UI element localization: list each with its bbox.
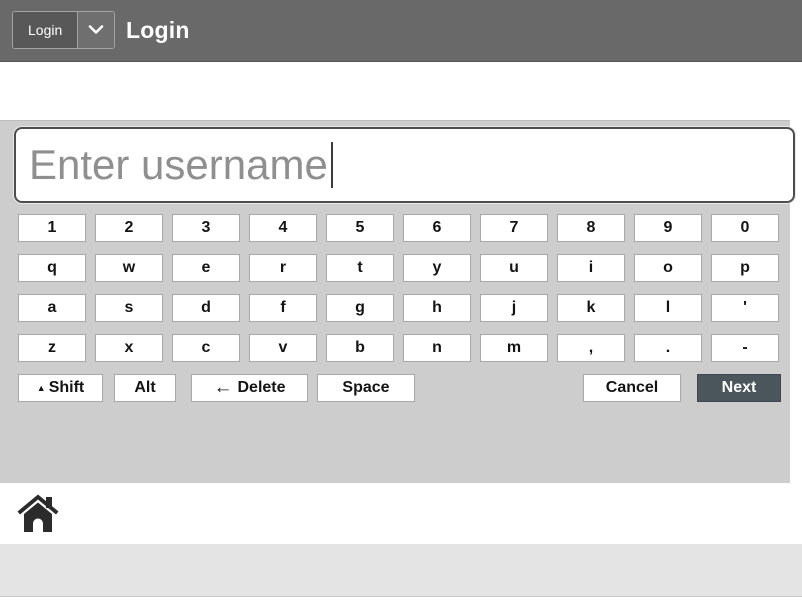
keyboard-row: 1234567890	[18, 214, 779, 242]
key-k[interactable]: k	[557, 294, 625, 322]
key-h[interactable]: h	[403, 294, 471, 322]
key-i[interactable]: i	[557, 254, 625, 282]
next-button[interactable]: Next	[697, 374, 781, 402]
key-4[interactable]: 4	[249, 214, 317, 242]
key-comma[interactable]: ,	[557, 334, 625, 362]
key-x[interactable]: x	[95, 334, 163, 362]
key-j[interactable]: j	[480, 294, 548, 322]
key-7[interactable]: 7	[480, 214, 548, 242]
home-icon[interactable]	[14, 492, 62, 536]
key-period[interactable]: .	[634, 334, 702, 362]
key-0[interactable]: 0	[711, 214, 779, 242]
key-w[interactable]: w	[95, 254, 163, 282]
username-placeholder: Enter username	[29, 144, 328, 186]
key-5[interactable]: 5	[326, 214, 394, 242]
key-n[interactable]: n	[403, 334, 471, 362]
footer-bar	[0, 544, 802, 597]
key-l[interactable]: l	[634, 294, 702, 322]
key-r[interactable]: r	[249, 254, 317, 282]
text-caret	[331, 142, 333, 188]
shift-arrow-icon: ▲	[37, 384, 46, 393]
shift-key[interactable]: ▲Shift	[18, 374, 103, 402]
login-method-dropdown[interactable]: Login	[12, 11, 115, 49]
next-button-label: Next	[722, 379, 757, 397]
key-p[interactable]: p	[711, 254, 779, 282]
keyboard-row: zxcvbnm,.-	[18, 334, 779, 362]
key-b[interactable]: b	[326, 334, 394, 362]
key-c[interactable]: c	[172, 334, 240, 362]
chevron-down-icon	[77, 12, 114, 48]
key-apostrophe[interactable]: '	[711, 294, 779, 322]
home-bar	[0, 483, 802, 544]
key-9[interactable]: 9	[634, 214, 702, 242]
delete-key-label: Delete	[237, 379, 285, 397]
key-6[interactable]: 6	[403, 214, 471, 242]
keyboard-panel: Enter username 1234567890 qwertyuiop asdfg…	[0, 120, 790, 483]
key-e[interactable]: e	[172, 254, 240, 282]
login-method-dropdown-label: Login	[13, 12, 77, 48]
key-8[interactable]: 8	[557, 214, 625, 242]
cancel-button[interactable]: Cancel	[583, 374, 681, 402]
key-t[interactable]: t	[326, 254, 394, 282]
key-q[interactable]: q	[18, 254, 86, 282]
key-z[interactable]: z	[18, 334, 86, 362]
key-u[interactable]: u	[480, 254, 548, 282]
delete-key[interactable]: ← Delete	[191, 374, 308, 402]
alt-key[interactable]: Alt	[114, 374, 176, 402]
key-g[interactable]: g	[326, 294, 394, 322]
keyboard-row: qwertyuiop	[18, 254, 779, 282]
key-2[interactable]: 2	[95, 214, 163, 242]
username-input[interactable]: Enter username	[14, 127, 795, 203]
key-y[interactable]: y	[403, 254, 471, 282]
key-dash[interactable]: -	[711, 334, 779, 362]
alt-key-label: Alt	[134, 379, 155, 397]
cancel-button-label: Cancel	[606, 379, 658, 397]
keyboard-row: asdfghjkl '	[18, 294, 779, 322]
key-a[interactable]: a	[18, 294, 86, 322]
key-1[interactable]: 1	[18, 214, 86, 242]
key-s[interactable]: s	[95, 294, 163, 322]
key-o[interactable]: o	[634, 254, 702, 282]
space-key[interactable]: Space	[317, 374, 415, 402]
backspace-arrow-icon: ←	[213, 378, 232, 397]
key-m[interactable]: m	[480, 334, 548, 362]
page-title: Login	[126, 0, 190, 61]
top-bar: Login Login	[0, 0, 802, 62]
space-key-label: Space	[342, 379, 389, 397]
key-3[interactable]: 3	[172, 214, 240, 242]
key-d[interactable]: d	[172, 294, 240, 322]
shift-key-label: Shift	[49, 379, 85, 397]
key-f[interactable]: f	[249, 294, 317, 322]
login-screen: Login Login Enter username 1234567890 qwe…	[0, 0, 802, 603]
key-v[interactable]: v	[249, 334, 317, 362]
